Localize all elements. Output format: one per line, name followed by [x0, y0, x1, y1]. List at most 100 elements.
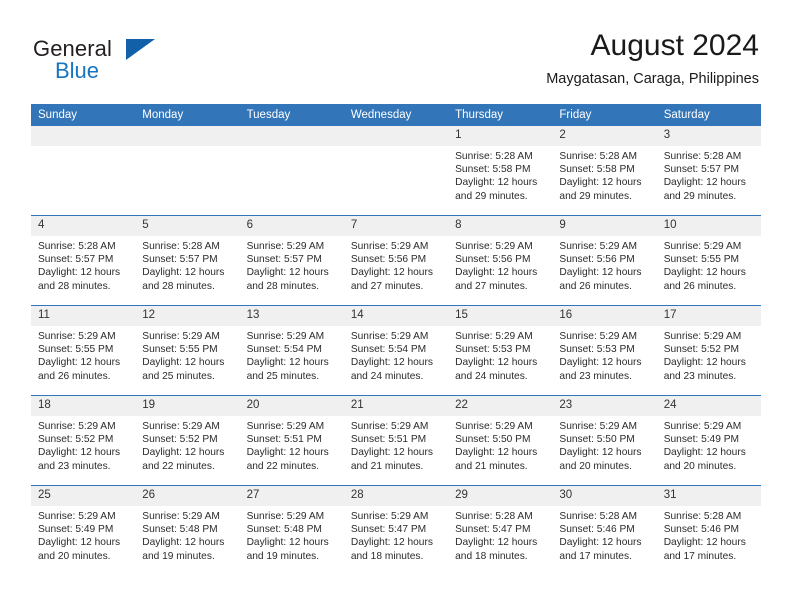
calendar-day-cell[interactable]: 29 Sunrise: 5:28 AM Sunset: 5:47 PM Dayligh… [448, 485, 553, 575]
day-detail-line: and 29 minutes. [455, 190, 528, 202]
calendar-week-row: 11 Sunrise: 5:29 AM Sunset: 5:55 PM Dayligh… [31, 305, 761, 396]
day-details: Sunrise: 5:29 AM Sunset: 5:56 PM Daylight:… [448, 236, 552, 293]
weekday-header-thursday: Thursday [448, 104, 553, 126]
calendar-day-cell[interactable]: 14 Sunrise: 5:29 AM Sunset: 5:54 PM Dayligh… [343, 305, 449, 396]
calendar-day-cell[interactable]: 13 Sunrise: 5:29 AM Sunset: 5:54 PM Dayligh… [239, 305, 344, 396]
day-detail-line: Sunrise: 5:29 AM [455, 241, 533, 252]
day-detail-line: Daylight: 12 hours [38, 537, 121, 549]
calendar-day-cell[interactable]: 1 Sunrise: 5:28 AM Sunset: 5:58 PM Daylight… [448, 125, 553, 216]
day-detail-line: and 24 minutes. [350, 370, 424, 382]
day-detail-line: Daylight: 12 hours [246, 357, 329, 369]
day-detail-line: Sunrise: 5:29 AM [350, 421, 429, 432]
calendar-day-cell[interactable]: 17 Sunrise: 5:29 AM Sunset: 5:52 PM Dayligh… [656, 305, 761, 396]
day-detail-line: Sunrise: 5:28 AM [663, 511, 742, 522]
calendar-day-cell[interactable]: 26 Sunrise: 5:29 AM Sunset: 5:48 PM Dayligh… [135, 485, 240, 575]
day-detail-line: and 25 minutes. [246, 370, 320, 382]
calendar-day-cell[interactable]: 3 Sunrise: 5:28 AM Sunset: 5:57 PM Daylight… [656, 125, 761, 216]
day-detail-line: Sunset: 5:58 PM [455, 164, 531, 176]
calendar-day-cell[interactable]: 5 Sunrise: 5:28 AM Sunset: 5:57 PM Daylight… [135, 215, 240, 306]
calendar-day-cell[interactable]: 19 Sunrise: 5:29 AM Sunset: 5:52 PM Dayligh… [135, 395, 240, 486]
day-detail-line: and 21 minutes. [455, 460, 528, 472]
day-number: 22 [448, 396, 553, 416]
day-number: 2 [552, 126, 657, 146]
day-number: 21 [343, 396, 449, 416]
day-detail-line: Daylight: 12 hours [142, 447, 225, 459]
calendar-day-cell[interactable]: 11 Sunrise: 5:29 AM Sunset: 5:55 PM Dayligh… [31, 305, 136, 396]
day-detail-line: Daylight: 12 hours [350, 447, 433, 459]
day-number: 14 [343, 306, 449, 326]
page-subtitle: Maygatasan, Caraga, Philippines [546, 71, 759, 87]
calendar-day-cell[interactable]: 27 Sunrise: 5:29 AM Sunset: 5:48 PM Dayligh… [239, 485, 344, 575]
day-details: Sunrise: 5:29 AM Sunset: 5:51 PM Daylight:… [240, 416, 344, 473]
day-detail-line: and 24 minutes. [455, 370, 528, 382]
title-block: August 2024 Maygatasan, Caraga, Philippi… [546, 28, 759, 88]
calendar-day-cell[interactable]: 28 Sunrise: 5:29 AM Sunset: 5:47 PM Dayligh… [343, 485, 449, 575]
calendar-day-cell[interactable]: 21 Sunrise: 5:29 AM Sunset: 5:51 PM Dayligh… [343, 395, 449, 486]
calendar-page: General Blue August 2024 Maygatasan, Car… [0, 0, 792, 612]
day-details: Sunrise: 5:28 AM Sunset: 5:57 PM Daylight:… [31, 236, 135, 293]
day-number: 17 [656, 306, 761, 326]
day-detail-line: Daylight: 12 hours [246, 537, 329, 549]
day-detail-line: and 19 minutes. [142, 550, 215, 562]
day-detail-line: Sunrise: 5:29 AM [350, 511, 429, 522]
day-detail-line: Sunset: 5:55 PM [663, 254, 740, 266]
day-details: Sunrise: 5:29 AM Sunset: 5:49 PM Daylight:… [31, 506, 135, 563]
day-detail-line: Daylight: 12 hours [350, 267, 433, 279]
day-detail-line: Sunset: 5:52 PM [142, 434, 218, 446]
day-details: Sunrise: 5:29 AM Sunset: 5:56 PM Daylight:… [344, 236, 448, 293]
calendar-day-cell[interactable]: 18 Sunrise: 5:29 AM Sunset: 5:52 PM Dayligh… [31, 395, 136, 486]
calendar-day-cell[interactable]: 7 Sunrise: 5:29 AM Sunset: 5:56 PM Daylight… [343, 215, 449, 306]
day-detail-line: and 26 minutes. [663, 280, 737, 292]
calendar-week-row: 18 Sunrise: 5:29 AM Sunset: 5:52 PM Dayligh… [31, 395, 761, 486]
day-detail-line: Daylight: 12 hours [559, 537, 642, 549]
calendar-day-cell[interactable]: 31 Sunrise: 5:28 AM Sunset: 5:46 PM Dayligh… [656, 485, 761, 575]
calendar-day-cell[interactable]: 22 Sunrise: 5:29 AM Sunset: 5:50 PM Dayligh… [448, 395, 553, 486]
day-number: 24 [656, 396, 761, 416]
calendar-day-cell[interactable]: 12 Sunrise: 5:29 AM Sunset: 5:55 PM Dayligh… [135, 305, 240, 396]
day-number: 6 [239, 216, 344, 236]
day-details: Sunrise: 5:29 AM Sunset: 5:53 PM Daylight:… [552, 326, 656, 383]
calendar-day-cell[interactable]: 16 Sunrise: 5:29 AM Sunset: 5:53 PM Dayligh… [552, 305, 657, 396]
day-detail-line: Sunset: 5:57 PM [663, 164, 740, 176]
day-details: Sunrise: 5:29 AM Sunset: 5:55 PM Daylight:… [31, 326, 135, 383]
day-detail-line: and 27 minutes. [455, 280, 528, 292]
calendar-day-cell[interactable]: 24 Sunrise: 5:29 AM Sunset: 5:49 PM Dayligh… [656, 395, 761, 486]
calendar-day-cell[interactable]: 2 Sunrise: 5:28 AM Sunset: 5:58 PM Daylight… [552, 125, 657, 216]
day-detail-line: Sunrise: 5:29 AM [559, 421, 637, 432]
day-detail-line: Sunset: 5:56 PM [350, 254, 427, 266]
calendar-day-cell[interactable]: 8 Sunrise: 5:29 AM Sunset: 5:56 PM Daylight… [448, 215, 553, 306]
calendar-day-cell[interactable]: 9 Sunrise: 5:29 AM Sunset: 5:56 PM Daylight… [552, 215, 657, 306]
calendar-day-cell[interactable]: 10 Sunrise: 5:29 AM Sunset: 5:55 PM Dayligh… [656, 215, 761, 306]
day-details: Sunrise: 5:29 AM Sunset: 5:52 PM Daylight:… [31, 416, 135, 473]
calendar-day-cell[interactable]: 4 Sunrise: 5:28 AM Sunset: 5:57 PM Daylight… [31, 215, 136, 306]
day-detail-line: Sunrise: 5:29 AM [142, 511, 220, 522]
day-number: 13 [239, 306, 344, 326]
calendar-day-cell[interactable]: 6 Sunrise: 5:29 AM Sunset: 5:57 PM Daylight… [239, 215, 344, 306]
day-detail-line: Daylight: 12 hours [142, 537, 225, 549]
day-detail-line: Sunrise: 5:28 AM [559, 511, 637, 522]
weekday-header-monday: Monday [135, 104, 240, 126]
day-number [31, 126, 136, 146]
day-detail-line: Sunset: 5:54 PM [350, 344, 427, 356]
calendar-day-cell[interactable]: 30 Sunrise: 5:28 AM Sunset: 5:46 PM Dayligh… [552, 485, 657, 575]
calendar-day-cell[interactable]: 25 Sunrise: 5:29 AM Sunset: 5:49 PM Dayligh… [31, 485, 136, 575]
day-details: Sunrise: 5:29 AM Sunset: 5:55 PM Daylight:… [135, 326, 239, 383]
calendar-body: 1 Sunrise: 5:28 AM Sunset: 5:58 PM Daylight… [31, 125, 761, 575]
day-number: 10 [656, 216, 761, 236]
day-number: 29 [448, 486, 553, 506]
day-detail-line: and 26 minutes. [38, 370, 111, 382]
calendar-day-cell[interactable]: 15 Sunrise: 5:29 AM Sunset: 5:53 PM Dayligh… [448, 305, 553, 396]
day-detail-line: Sunrise: 5:29 AM [350, 331, 429, 342]
day-detail-line: and 27 minutes. [350, 280, 424, 292]
day-detail-line: and 28 minutes. [142, 280, 215, 292]
day-detail-line: Sunset: 5:48 PM [142, 524, 218, 536]
day-details: Sunrise: 5:29 AM Sunset: 5:50 PM Daylight:… [552, 416, 656, 473]
day-number: 26 [135, 486, 240, 506]
calendar-day-cell[interactable]: 23 Sunrise: 5:29 AM Sunset: 5:50 PM Dayligh… [552, 395, 657, 486]
day-details: Sunrise: 5:28 AM Sunset: 5:58 PM Daylight:… [448, 146, 552, 203]
calendar-day-cell[interactable]: 20 Sunrise: 5:29 AM Sunset: 5:51 PM Dayligh… [239, 395, 344, 486]
day-number: 1 [448, 126, 553, 146]
day-detail-line: Sunset: 5:57 PM [246, 254, 322, 266]
brand-logo[interactable]: General Blue [33, 36, 263, 86]
day-detail-line: Sunrise: 5:29 AM [559, 331, 637, 342]
